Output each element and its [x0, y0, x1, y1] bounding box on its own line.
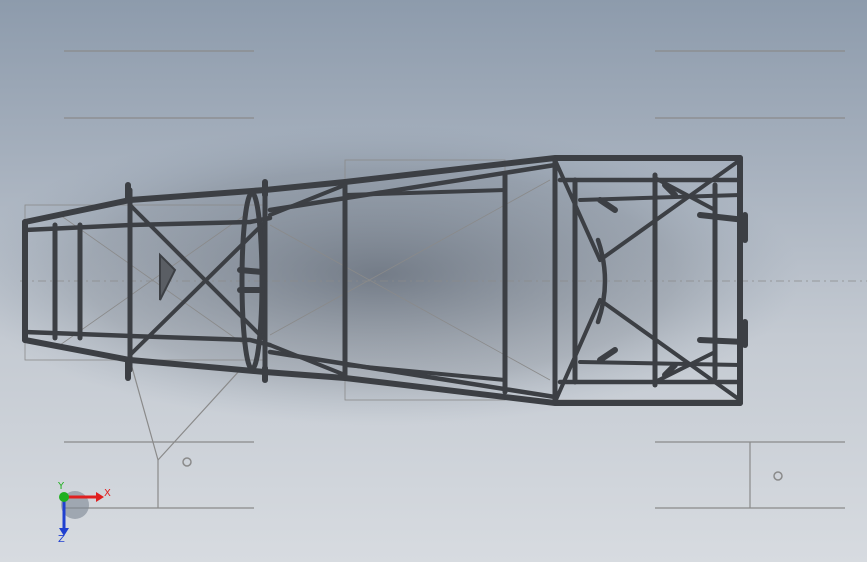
triad-y-axis-icon	[59, 492, 69, 502]
triad-x-label: X	[104, 488, 111, 499]
cad-viewport[interactable]: X Y Z	[0, 0, 867, 562]
triad-x-arrow-icon	[96, 492, 104, 502]
triad-y-label: Y	[57, 481, 65, 492]
view-triad[interactable]: X Y Z	[57, 481, 111, 545]
triad-z-label: Z	[58, 534, 65, 545]
